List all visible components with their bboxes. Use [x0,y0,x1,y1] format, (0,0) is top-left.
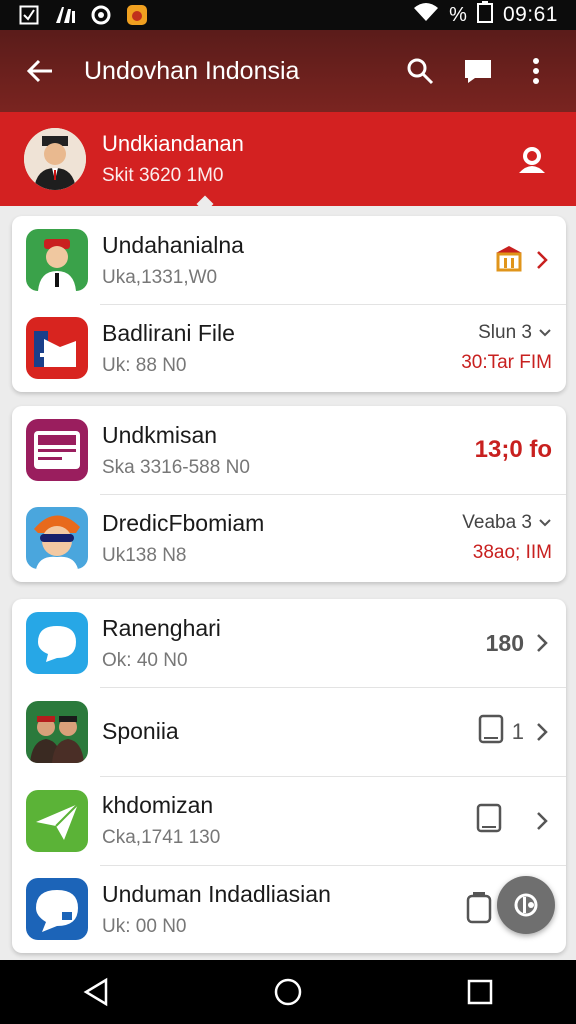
square-recents-icon [467,979,493,1005]
item-subtitle: Uk138 N8 [102,544,187,566]
chat-icon [465,60,491,83]
status-bar: % 09:61 [0,0,576,30]
character-app-icon [26,507,88,569]
search-icon [407,58,434,85]
item-title: DredicFbomiam [102,509,265,536]
man-portrait-icon [26,229,88,291]
item-subtitle: Uka,1331,W0 [102,266,218,288]
refresh-icon [514,893,538,917]
chevron-right-icon [532,809,552,833]
battery-percent: % [449,3,467,26]
more-options-button[interactable] [514,49,558,93]
app-card: Undahanialna Uka,1331,W0 Badlirani File … [12,216,566,392]
item-count: 13;0 fo [474,436,552,463]
chevron-right-icon [532,248,552,272]
item-count: 180 [485,629,524,656]
building-icon [494,244,524,277]
item-subtitle: Uk: 00 N0 [102,915,187,937]
keyboard-app-icon [26,419,88,481]
people-app-icon [26,700,88,763]
item-title: Ranenghari [102,614,221,641]
profile-name: Undkiandanan [102,131,244,156]
back-button[interactable] [18,49,62,93]
person-icon [519,147,545,173]
circle-home-icon [274,978,302,1006]
tablet-icon [478,714,504,749]
item-title: Undahanialna [102,231,244,258]
item-title: Sponiia [102,718,179,744]
tablet-icon [476,803,502,838]
list-item[interactable]: Undkmisan Ska 3316-588 N0 13;0 fo [12,406,566,494]
nav-recents-button[interactable] [450,962,510,1022]
battery-icon [476,1,493,29]
nav-back-button[interactable] [66,962,126,1022]
list-item[interactable]: Undahanialna Uka,1331,W0 [12,216,566,304]
chevron-down-icon [539,519,551,527]
item-title: Badlirani File [102,319,235,346]
floating-action-button[interactable] [497,876,555,934]
chat-button[interactable] [456,49,500,93]
list-item[interactable]: Badlirani File Uk: 88 N0 Slun 3 30:Tar F… [12,304,566,392]
profile-banner[interactable]: Undkiandanan Skit 3620 1M0 [0,112,576,206]
item-subtitle: Cka,1741 130 [102,827,221,848]
clock: 09:61 [502,3,558,26]
chevron-down-icon [539,329,551,337]
sync-notification-icon [90,5,112,25]
paper-plane-app-icon [26,789,88,852]
chat-app-icon [26,878,88,940]
app-bar: Undovhan Indonsia [0,30,576,112]
app-notification-icon [126,5,148,25]
item-status: 30:Tar FIM [461,352,552,373]
list-item[interactable]: Sponiia 1 [12,687,566,776]
wifi-icon [413,2,439,28]
arrow-back-icon [26,59,52,83]
item-dropdown[interactable]: Veaba 3 [462,512,552,534]
navigation-bar [0,960,576,1024]
item-count: 1 [511,718,524,744]
page-title: Undovhan Indonsia [84,56,300,85]
profile-action-button[interactable] [512,139,552,179]
list-item[interactable]: Ranenghari Ok: 40 N0 180 [12,599,566,687]
item-subtitle: Uk: 88 N0 [102,354,187,376]
app-card: Undkmisan Ska 3316-588 N0 13;0 fo Dredic… [12,406,566,582]
more-vert-icon [533,58,539,84]
item-title: Unduman Indadliasian [102,880,331,907]
item-title: Undkmisan [102,421,218,448]
dropdown-value: Slun 3 [478,322,532,343]
battery-app-icon [466,890,492,929]
item-subtitle: Ska 3316-588 N0 [102,456,250,478]
item-status: 38ao; IIM [472,542,552,563]
chevron-right-icon [532,720,552,744]
list-item[interactable]: DredicFbomiam Uk138 N8 Veaba 3 38ao; IIM [12,494,566,582]
list-item[interactable]: khdomizan Cka,1741 130 [12,776,566,865]
triangle-back-icon [83,977,108,1007]
item-title: khdomizan [102,792,214,818]
item-subtitle: Ok: 40 N0 [102,649,188,671]
checkbox-notification-icon [18,5,40,25]
file-app-icon [26,317,88,379]
dropdown-value: Veaba 3 [462,512,532,533]
profile-subtitle: Skit 3620 1M0 [102,165,224,186]
avatar [24,128,86,190]
nav-home-button[interactable] [258,962,318,1022]
chat-bubble-app-icon [26,612,88,674]
search-button[interactable] [398,49,442,93]
signal-notification-icon [54,5,76,25]
chevron-right-icon [532,631,552,655]
list-item[interactable]: Unduman Indadliasian Uk: 00 N0 [12,865,566,953]
item-dropdown[interactable]: Slun 3 [461,322,552,344]
app-card: Ranenghari Ok: 40 N0 180 Sponiia 1 khdom… [12,599,566,953]
